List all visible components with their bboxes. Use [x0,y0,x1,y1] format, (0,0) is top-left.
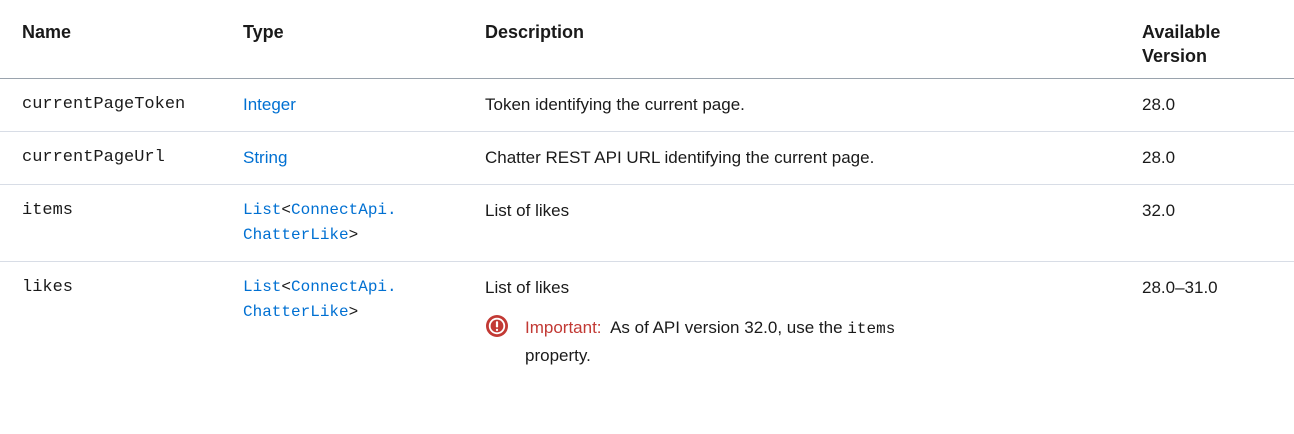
column-header-version-line1: Available [1142,22,1221,42]
property-version: 28.0 [1142,148,1176,167]
important-note-code: items [847,320,896,338]
type-link-list[interactable]: List [243,201,281,219]
property-description: Token identifying the current page. [485,95,745,114]
property-description: List of likes [485,201,570,220]
property-description: Chatter REST API URL identifying the cur… [485,148,875,167]
type-angle-open: < [281,201,292,219]
type-angle-open: < [281,278,292,296]
table-row: currentPageUrl String Chatter REST API U… [0,132,1294,185]
type-link-string[interactable]: String [243,148,287,167]
type-link-list[interactable]: List [243,278,281,296]
important-note-text-before: As of API version 32.0, use the [610,318,843,337]
type-link-connectapi[interactable]: ConnectApi. [291,278,397,296]
type-link-connectapi[interactable]: ConnectApi. [291,201,397,219]
property-name: likes [22,278,74,297]
type-angle-close: > [348,303,359,321]
important-note-label: Important: [525,318,602,337]
important-note: Important: As of API version 32.0, use t… [485,314,1135,370]
property-description: List of likes [485,278,570,297]
column-header-description: Description [485,22,585,42]
column-header-name: Name [22,22,72,42]
important-note-text: Important: As of API version 32.0, use t… [525,314,1135,370]
table-row: currentPageToken Integer Token identifyi… [0,79,1294,132]
column-header-type: Type [243,22,284,42]
property-version: 28.0 [1142,95,1176,114]
property-type: List<ConnectApi. ChatterLike> [243,262,483,325]
property-name: currentPageUrl [22,148,165,167]
property-version: 28.0–31.0 [1142,278,1218,297]
property-type: List<ConnectApi. ChatterLike> [243,185,483,248]
table-row: items List<ConnectApi. ChatterLike> List… [0,185,1294,262]
table-header-row: Name Type Description Available Version [0,0,1294,79]
property-name: currentPageToken [22,95,186,114]
column-header-version-line2: Version [1142,46,1208,66]
property-type: Integer [243,79,483,117]
important-note-text-after: property. [525,346,591,365]
table-row: likes List<ConnectApi. ChatterLike> List… [0,262,1294,402]
property-name: items [22,201,74,220]
property-version: 32.0 [1142,201,1176,220]
column-header-available-version: Available Version [1142,0,1292,68]
type-link-integer[interactable]: Integer [243,95,296,114]
properties-table: Name Type Description Available Version … [0,0,1294,402]
type-link-chatterlike[interactable]: ChatterLike [243,226,349,244]
exclamation-circle-icon [485,314,509,338]
property-description-cell: List of likes Important: As of API versi… [485,262,1135,370]
property-type: String [243,132,483,170]
type-link-chatterlike[interactable]: ChatterLike [243,303,349,321]
type-angle-close: > [348,226,359,244]
